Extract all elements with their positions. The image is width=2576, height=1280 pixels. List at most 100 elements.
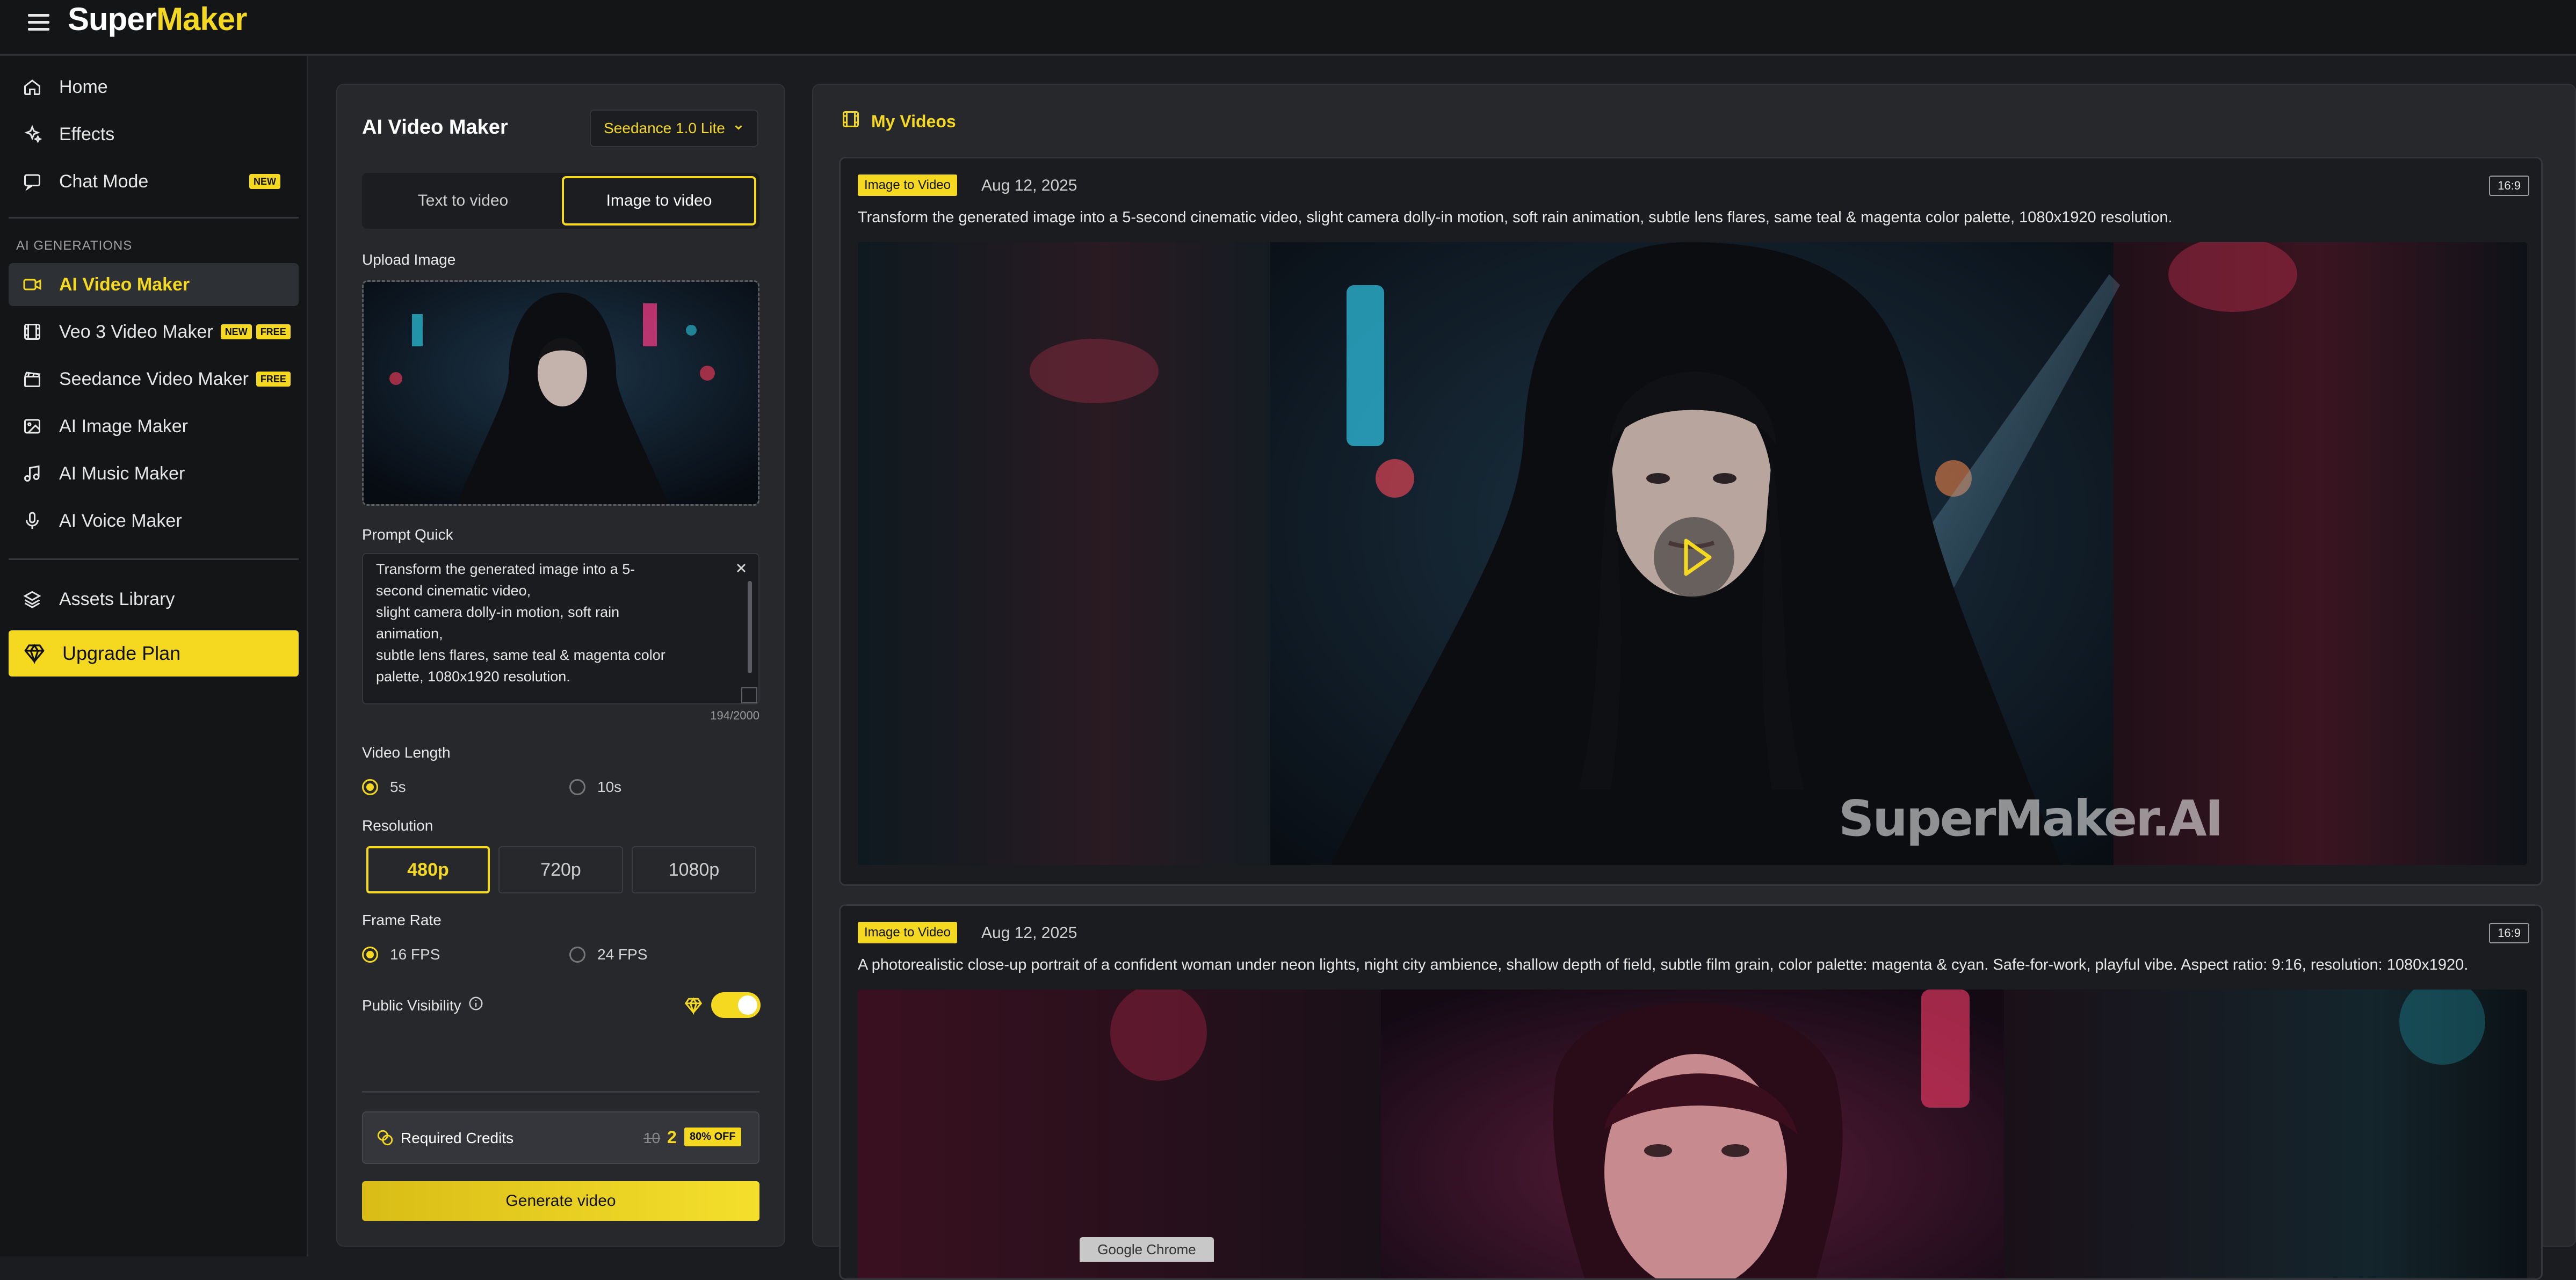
- discount-badge: 80% OFF: [684, 1128, 741, 1146]
- prompt-scrollbar[interactable]: [748, 581, 752, 673]
- sidebar-divider: [9, 217, 299, 219]
- sidebar-divider: [9, 558, 299, 560]
- info-icon[interactable]: [468, 995, 484, 1015]
- play-button[interactable]: [1654, 517, 1734, 598]
- option-label: 24 FPS: [597, 946, 648, 963]
- music-note-icon: [21, 463, 43, 484]
- model-select-value: Seedance 1.0 Lite: [604, 120, 725, 136]
- video-prompt: A photorealistic close-up portrait of a …: [858, 956, 2469, 973]
- sidebar-item-veo3[interactable]: Veo 3 Video Maker NEW FREE: [9, 310, 299, 353]
- prompt-label: Prompt Quick: [362, 526, 453, 543]
- visibility-label: Public Visibility: [362, 997, 461, 1014]
- sidebar-item-label: Chat Mode: [59, 171, 149, 192]
- prompt-textarea[interactable]: Transform the generated image into a 5- …: [362, 553, 759, 704]
- top-bar: SuperMaker: [0, 0, 2576, 56]
- sidebar-item-chat-mode[interactable]: Chat Mode NEW: [9, 160, 299, 203]
- radio-icon: [569, 947, 585, 963]
- sidebar-item-label: AI Video Maker: [59, 274, 190, 295]
- video-card[interactable]: Image to Video Aug 12, 2025 16:9 A photo…: [839, 904, 2543, 1280]
- film-icon: [21, 321, 43, 343]
- radio-icon: [569, 779, 585, 795]
- logo-part-1: Super: [68, 1, 157, 37]
- watermark: SuperMaker.AI: [1839, 790, 2224, 847]
- film-icon: [841, 110, 860, 133]
- home-icon: [21, 76, 43, 98]
- image-icon: [21, 416, 43, 437]
- sidebar-item-label: Effects: [59, 123, 115, 144]
- clear-prompt-icon[interactable]: [734, 561, 749, 576]
- resolution-label: Resolution: [362, 817, 433, 834]
- upload-image-dropzone[interactable]: [362, 280, 759, 506]
- credits-new: 2: [667, 1128, 677, 1147]
- sidebar-item-assets-library[interactable]: Assets Library: [9, 578, 299, 621]
- option-label: 16 FPS: [390, 946, 440, 963]
- free-badge: FREE: [256, 372, 291, 387]
- aspect-ratio-badge: 16:9: [2489, 923, 2529, 943]
- public-visibility-row: Public Visibility: [362, 995, 484, 1015]
- sidebar-item-label: AI Music Maker: [59, 463, 185, 484]
- length-option-5s[interactable]: 5s: [362, 779, 406, 796]
- layers-icon: [21, 588, 43, 610]
- sidebar-item-effects[interactable]: Effects: [9, 113, 299, 156]
- upgrade-plan-button[interactable]: Upgrade Plan: [9, 630, 299, 677]
- radio-icon: [362, 947, 378, 963]
- coins-icon: [376, 1129, 394, 1150]
- visibility-toggle[interactable]: [711, 992, 761, 1018]
- length-option-10s[interactable]: 10s: [569, 779, 621, 796]
- sidebar-item-seedance[interactable]: Seedance Video Maker FREE: [9, 358, 299, 401]
- chrome-tooltip: Google Chrome: [1080, 1237, 1214, 1262]
- char-count: 194/2000: [710, 709, 759, 722]
- my-videos-title: My Videos: [871, 111, 956, 131]
- resolution-480p[interactable]: 480p: [366, 846, 490, 893]
- sidebar-item-ai-voice-maker[interactable]: AI Voice Maker: [9, 499, 299, 542]
- sidebar-item-ai-video-maker[interactable]: AI Video Maker: [9, 263, 299, 306]
- sidebar-item-label: Veo 3 Video Maker: [59, 321, 213, 342]
- resolution-1080p[interactable]: 1080p: [632, 846, 756, 893]
- mode-tabs: Text to video Image to video: [362, 173, 759, 229]
- logo-part-2: Maker: [156, 1, 247, 37]
- video-player[interactable]: SuperMaker.AI: [858, 242, 2527, 865]
- required-credits-box: Required Credits 10 2 80% OFF: [362, 1111, 759, 1164]
- video-length-label: Video Length: [362, 744, 451, 761]
- video-camera-icon: [21, 274, 43, 295]
- free-badge: FREE: [256, 324, 291, 339]
- option-label: 5s: [390, 779, 406, 795]
- video-prompt: Transform the generated image into a 5-s…: [858, 209, 2173, 226]
- diamond-icon: [684, 997, 703, 1017]
- model-select[interactable]: Seedance 1.0 Lite: [590, 110, 758, 147]
- sidebar-item-ai-image-maker[interactable]: AI Image Maker: [9, 405, 299, 448]
- video-player[interactable]: [858, 990, 2527, 1278]
- resize-handle-icon[interactable]: [741, 687, 757, 703]
- sidebar-item-label: AI Image Maker: [59, 416, 188, 437]
- tab-image-to-video[interactable]: Image to video: [562, 176, 756, 226]
- sidebar-item-home[interactable]: Home: [9, 66, 299, 108]
- type-tag: Image to Video: [858, 922, 958, 943]
- video-date: Aug 12, 2025: [981, 924, 1077, 942]
- sidebar-item-label: Home: [59, 76, 108, 97]
- panel-title: AI Video Maker: [362, 116, 508, 139]
- option-label: 10s: [597, 779, 622, 795]
- generate-video-button[interactable]: Generate video: [362, 1181, 759, 1221]
- sidebar-item-label: Seedance Video Maker: [59, 368, 249, 389]
- chevron-down-icon: [733, 120, 744, 137]
- sidebar-item-label: AI Voice Maker: [59, 510, 182, 531]
- diamond-icon: [24, 643, 45, 665]
- uploaded-image-thumbnail: [364, 282, 758, 504]
- upgrade-label: Upgrade Plan: [62, 642, 181, 664]
- fps-option-16[interactable]: 16 FPS: [362, 946, 440, 963]
- sparkles-icon: [21, 123, 43, 145]
- credits-old: 10: [643, 1130, 661, 1146]
- upload-label: Upload Image: [362, 251, 456, 268]
- logo[interactable]: SuperMaker: [68, 0, 247, 39]
- menu-icon[interactable]: [28, 14, 49, 31]
- tab-text-to-video[interactable]: Text to video: [367, 176, 559, 226]
- sidebar-item-ai-music-maker[interactable]: AI Music Maker: [9, 452, 299, 495]
- my-videos-header: My Videos: [841, 110, 956, 133]
- fps-option-24[interactable]: 24 FPS: [569, 946, 647, 963]
- chat-icon: [21, 171, 43, 192]
- video-card[interactable]: Image to Video Aug 12, 2025 16:9 Transfo…: [839, 157, 2543, 886]
- resolution-720p[interactable]: 720p: [498, 846, 623, 893]
- type-tag: Image to Video: [858, 174, 958, 196]
- frame-rate-label: Frame Rate: [362, 912, 442, 928]
- sidebar-item-label: Assets Library: [59, 588, 175, 609]
